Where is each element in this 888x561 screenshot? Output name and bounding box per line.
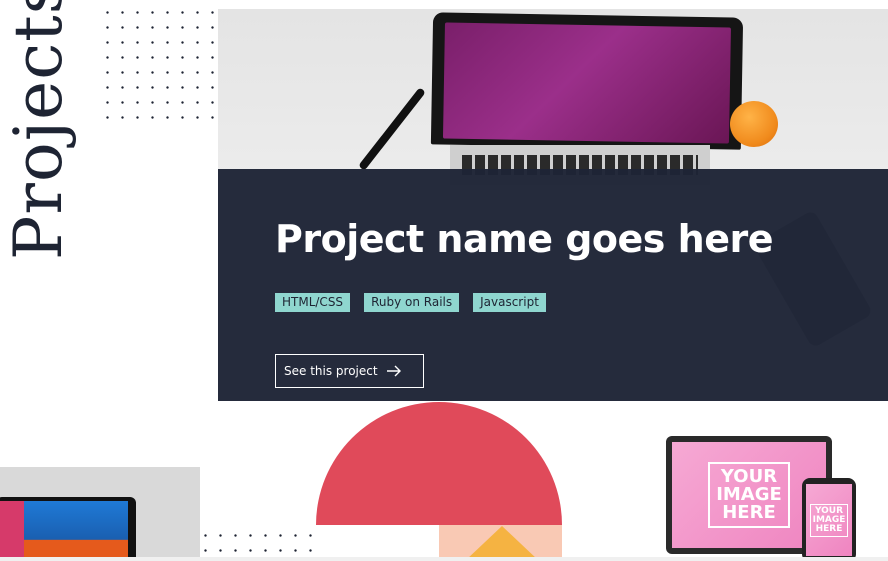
tag-ruby-on-rails: Ruby on Rails	[364, 293, 460, 312]
phone-mockup-screen: YOUR IMAGE HERE	[806, 484, 852, 556]
see-project-button[interactable]: See this project	[275, 354, 424, 388]
decorative-dot-grid-top	[100, 5, 220, 127]
orange-shape	[730, 101, 778, 147]
project-title: Project name goes here	[275, 217, 773, 261]
bottom-divider	[0, 557, 888, 561]
laptop-mockup-text: YOUR IMAGE HERE	[708, 462, 790, 528]
tag-html-css: HTML/CSS	[275, 293, 351, 312]
decorative-dot-grid-bottom	[198, 528, 320, 556]
tag-javascript: Javascript	[473, 293, 546, 312]
project-thumbnail-left[interactable]	[0, 467, 200, 561]
section-title-text: Projects	[0, 0, 77, 260]
phone-mockup-text: YOUR IMAGE HERE	[809, 503, 849, 537]
phone-mockup: YOUR IMAGE HERE	[802, 478, 856, 561]
projects-page: Projects Project name goes here HTML/CSS…	[0, 0, 888, 561]
pen-shape	[358, 87, 426, 171]
project-thumbnail-middle[interactable]	[316, 402, 562, 561]
yellow-triangle-shape	[466, 526, 538, 560]
laptop-screen-shape	[430, 12, 744, 150]
tablet-device-shape	[0, 497, 136, 561]
project-thumbnail-right[interactable]: YOUR IMAGE HERE YOUR IMAGE HERE	[640, 430, 888, 561]
project-tags: HTML/CSS Ruby on Rails Javascript	[275, 293, 546, 312]
arrow-right-icon	[386, 365, 401, 377]
featured-project-card[interactable]: Project name goes here HTML/CSS Ruby on …	[218, 9, 888, 401]
red-half-circle-shape	[316, 402, 562, 525]
see-project-label: See this project	[284, 364, 378, 378]
